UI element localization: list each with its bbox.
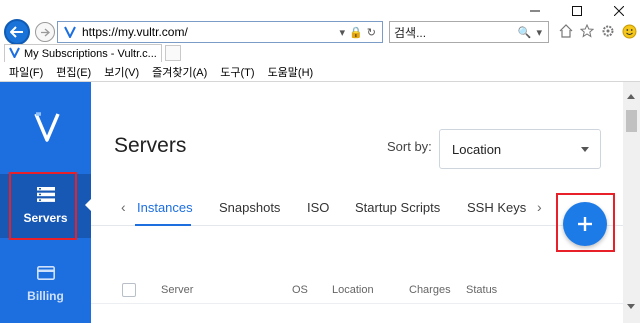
tab-title: My Subscriptions - Vultr.c... — [24, 47, 157, 60]
menu-file[interactable]: 파일(F) — [9, 64, 43, 80]
vultr-favicon-icon — [62, 24, 78, 40]
browser-chrome: https://my.vultr.com/ ▾ 🔒 ↻ 검색... 🔍 ▾ My… — [0, 0, 640, 82]
maximize-icon — [572, 6, 582, 16]
sort-value: Location — [452, 141, 502, 157]
sort-select[interactable]: Location — [439, 129, 601, 169]
back-button[interactable] — [4, 19, 30, 45]
lock-icon[interactable]: 🔒 — [349, 26, 363, 39]
tab-instances[interactable]: Instances — [137, 200, 193, 215]
main-content: Servers Sort by: Location ‹ Instances Sn… — [91, 82, 623, 323]
vultr-favicon-icon — [9, 45, 20, 63]
close-icon — [614, 6, 624, 16]
search-input[interactable]: 검색... — [394, 24, 518, 41]
search-box[interactable]: 검색... 🔍 ▾ — [389, 21, 549, 43]
new-tab-button[interactable] — [165, 45, 181, 61]
column-header-location[interactable]: Location — [332, 284, 374, 296]
minimize-button[interactable] — [514, 0, 556, 22]
forward-button[interactable] — [35, 22, 55, 42]
servers-highlight-box — [9, 172, 77, 240]
menu-edit[interactable]: 편집(E) — [56, 64, 91, 80]
tab-iso[interactable]: ISO — [307, 200, 329, 215]
tabs-row: ‹ Instances Snapshots ISO Startup Script… — [91, 190, 623, 226]
settings-gear-icon[interactable] — [600, 23, 616, 39]
maximize-button[interactable] — [556, 0, 598, 22]
menu-tools[interactable]: 도구(T) — [220, 64, 254, 80]
column-header-charges[interactable]: Charges — [409, 284, 451, 296]
tab-ssh-keys[interactable]: SSH Keys — [467, 200, 526, 215]
search-icon[interactable]: 🔍 — [518, 26, 532, 39]
active-tab-underline — [135, 224, 191, 226]
table-header: Server OS Location Charges Status — [91, 280, 623, 304]
tabs-scroll-right-icon[interactable]: › — [537, 199, 542, 215]
sort-label: Sort by: — [387, 139, 432, 154]
forward-arrow-icon — [41, 28, 50, 36]
select-all-checkbox[interactable] — [122, 283, 136, 297]
add-server-button[interactable] — [563, 202, 607, 246]
back-arrow-icon — [10, 26, 23, 38]
menu-bar: 파일(F) 편집(E) 보기(V) 즐겨찾기(A) 도구(T) 도움말(H) — [0, 63, 640, 81]
column-header-os[interactable]: OS — [292, 284, 308, 296]
menu-help[interactable]: 도움말(H) — [268, 64, 314, 80]
search-dropdown-icon[interactable]: ▾ — [340, 26, 346, 39]
credit-card-icon — [36, 265, 55, 280]
vultr-logo[interactable] — [32, 110, 62, 144]
column-header-server[interactable]: Server — [161, 284, 193, 296]
window-controls — [514, 0, 640, 22]
minimize-icon — [530, 10, 540, 12]
menu-favorites[interactable]: 즐겨찾기(A) — [152, 64, 207, 80]
address-bar[interactable]: https://my.vultr.com/ ▾ 🔒 ↻ — [57, 21, 383, 43]
scroll-up-icon[interactable] — [627, 94, 635, 99]
tab-startup-scripts[interactable]: Startup Scripts — [355, 200, 440, 215]
search-dropdown-icon[interactable]: ▾ — [536, 26, 542, 39]
tab-snapshots[interactable]: Snapshots — [219, 200, 280, 215]
home-icon[interactable] — [558, 23, 574, 39]
plus-icon — [578, 217, 592, 231]
refresh-icon[interactable]: ↻ — [367, 26, 376, 39]
menu-view[interactable]: 보기(V) — [104, 64, 139, 80]
browser-tab[interactable]: My Subscriptions - Vultr.c... — [4, 44, 162, 62]
column-header-status[interactable]: Status — [466, 284, 497, 296]
favorites-star-icon[interactable] — [579, 23, 595, 39]
feedback-smiley-icon[interactable] — [621, 23, 637, 39]
page-title: Servers — [114, 134, 187, 157]
vertical-scrollbar[interactable] — [623, 82, 640, 323]
tabs-scroll-left-icon[interactable]: ‹ — [121, 199, 126, 215]
scroll-thumb[interactable] — [626, 110, 637, 132]
close-button[interactable] — [598, 0, 640, 22]
url-text[interactable]: https://my.vultr.com/ — [82, 25, 340, 39]
sidebar-item-label: Billing — [27, 288, 64, 303]
sidebar-item-billing[interactable]: Billing — [0, 254, 91, 314]
scroll-down-icon[interactable] — [627, 304, 635, 309]
chevron-down-icon — [581, 146, 589, 152]
